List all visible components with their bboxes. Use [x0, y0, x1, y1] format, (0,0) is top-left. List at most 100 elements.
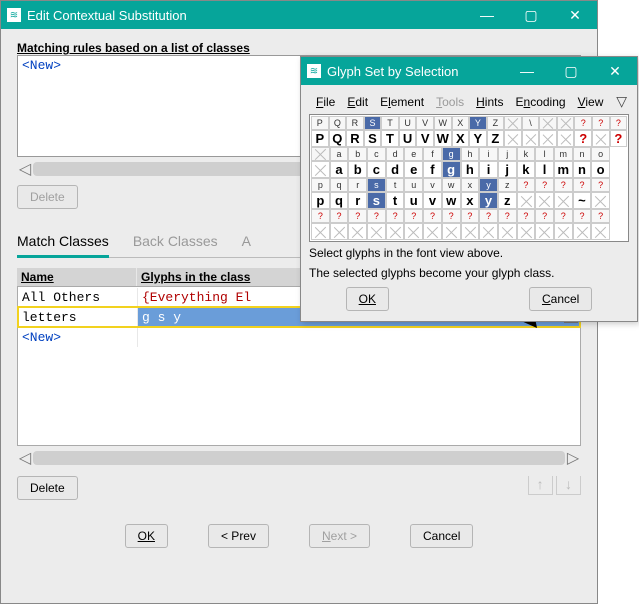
- delete-class-button[interactable]: Delete: [17, 476, 78, 500]
- glyph-cell[interactable]: ?: [574, 130, 592, 147]
- glyph-cell[interactable]: [591, 192, 610, 209]
- close-button[interactable]: ✕: [553, 1, 597, 29]
- menu-tools[interactable]: Tools: [431, 94, 469, 110]
- glyph-cell[interactable]: [591, 223, 610, 240]
- glyph-cell[interactable]: [461, 223, 480, 240]
- rules-new-item[interactable]: <New>: [22, 58, 61, 73]
- glyph-cell[interactable]: [522, 130, 540, 147]
- scroll-left-icon[interactable]: ◁: [17, 450, 33, 466]
- glyph-cell[interactable]: W: [434, 130, 452, 147]
- table-row-new[interactable]: <New>: [18, 327, 580, 347]
- glyph-cell[interactable]: [442, 223, 461, 240]
- glyph-cell[interactable]: [404, 223, 423, 240]
- glyph-cell[interactable]: Z: [487, 130, 505, 147]
- glyph-cell[interactable]: g: [442, 161, 461, 178]
- scroll-left-icon[interactable]: ◁: [17, 161, 33, 177]
- ok-button[interactable]: OK: [125, 524, 168, 548]
- glyph-cell[interactable]: [573, 223, 592, 240]
- minimize-button[interactable]: —: [465, 1, 509, 29]
- move-down-button[interactable]: ↓: [556, 476, 581, 495]
- glyph-cell[interactable]: X: [452, 130, 470, 147]
- glyph-cell[interactable]: [311, 223, 330, 240]
- glyph-cell[interactable]: s: [367, 192, 386, 209]
- glyph-cell[interactable]: v: [423, 192, 442, 209]
- glyph-cell[interactable]: x: [461, 192, 480, 209]
- menu-overflow-icon[interactable]: ▽: [616, 93, 627, 110]
- glyph-cell[interactable]: Y: [469, 130, 487, 147]
- menu-file[interactable]: File: [311, 94, 340, 110]
- menu-hints[interactable]: Hints: [471, 94, 508, 110]
- glyph-cell[interactable]: [498, 223, 517, 240]
- glyph-cell[interactable]: [554, 192, 573, 209]
- glyph-cell[interactable]: p: [311, 192, 330, 209]
- glyph-cell[interactable]: n: [573, 161, 592, 178]
- glyph-cell[interactable]: [554, 223, 573, 240]
- glyph-cell[interactable]: [557, 130, 575, 147]
- glyph-cell[interactable]: V: [416, 130, 434, 147]
- glyph-cell[interactable]: m: [554, 161, 573, 178]
- maximize-button[interactable]: ▢: [509, 1, 553, 29]
- glyph-cell[interactable]: R: [346, 130, 364, 147]
- main-titlebar[interactable]: ≋ Edit Contextual Substitution — ▢ ✕: [1, 1, 597, 29]
- glyph-cell[interactable]: U: [399, 130, 417, 147]
- prev-button[interactable]: < Prev: [208, 524, 269, 548]
- glyph-cell[interactable]: z: [498, 192, 517, 209]
- menu-element[interactable]: Element: [375, 94, 429, 110]
- glyph-cell[interactable]: [504, 130, 522, 147]
- glyph-cell[interactable]: [386, 223, 405, 240]
- next-button[interactable]: Next >: [309, 524, 370, 548]
- glyph-cell[interactable]: [517, 223, 536, 240]
- maximize-button[interactable]: ▢: [549, 57, 593, 85]
- tab-ahead-classes[interactable]: A: [242, 227, 251, 257]
- glyph-cell[interactable]: [348, 223, 367, 240]
- scroll-right-icon[interactable]: ▷: [565, 450, 581, 466]
- delete-rule-button[interactable]: Delete: [17, 185, 78, 209]
- glyph-cell[interactable]: c: [367, 161, 386, 178]
- tab-match-classes[interactable]: Match Classes: [17, 227, 109, 258]
- glyph-cell[interactable]: j: [498, 161, 517, 178]
- glyph-cell[interactable]: ~: [573, 192, 592, 209]
- glyph-cell[interactable]: [330, 223, 349, 240]
- popup-cancel-button[interactable]: Cancel: [529, 287, 592, 311]
- glyph-cell[interactable]: [592, 130, 610, 147]
- glyph-cell[interactable]: [311, 161, 330, 178]
- glyph-cell[interactable]: S: [364, 130, 382, 147]
- glyph-cell[interactable]: [517, 192, 536, 209]
- popup-ok-button[interactable]: OK: [346, 287, 389, 311]
- glyph-cell[interactable]: k: [517, 161, 536, 178]
- col-name[interactable]: Name: [17, 268, 137, 286]
- glyph-cell[interactable]: i: [479, 161, 498, 178]
- glyph-cell[interactable]: [535, 223, 554, 240]
- glyph-cell[interactable]: [539, 130, 557, 147]
- move-up-button[interactable]: ↑: [528, 476, 553, 495]
- glyph-cell[interactable]: [367, 223, 386, 240]
- glyph-cell[interactable]: ?: [610, 130, 628, 147]
- glyph-cell[interactable]: b: [348, 161, 367, 178]
- glyph-cell[interactable]: d: [386, 161, 405, 178]
- menu-encoding[interactable]: Encoding: [510, 94, 570, 110]
- glyph-cell[interactable]: u: [404, 192, 423, 209]
- close-button[interactable]: ✕: [593, 57, 637, 85]
- glyph-cell[interactable]: f: [423, 161, 442, 178]
- cancel-button[interactable]: Cancel: [410, 524, 473, 548]
- menu-edit[interactable]: Edit: [342, 94, 373, 110]
- glyph-cell[interactable]: a: [330, 161, 349, 178]
- scroll-track[interactable]: [33, 451, 565, 465]
- glyph-cell[interactable]: [479, 223, 498, 240]
- glyph-cell[interactable]: r: [348, 192, 367, 209]
- glyph-cell[interactable]: q: [330, 192, 349, 209]
- grid-hscroll[interactable]: ◁ ▷: [17, 450, 581, 466]
- glyph-cell[interactable]: [423, 223, 442, 240]
- glyph-cell[interactable]: h: [461, 161, 480, 178]
- minimize-button[interactable]: —: [505, 57, 549, 85]
- tab-back-classes[interactable]: Back Classes: [133, 227, 218, 257]
- glyph-cell[interactable]: [535, 192, 554, 209]
- glyph-cell[interactable]: T: [381, 130, 399, 147]
- glyph-cell[interactable]: e: [404, 161, 423, 178]
- glyph-cell[interactable]: t: [386, 192, 405, 209]
- glyph-cell[interactable]: y: [479, 192, 498, 209]
- glyph-cell[interactable]: Q: [329, 130, 347, 147]
- menu-view[interactable]: View: [573, 94, 609, 110]
- popup-titlebar[interactable]: ≋ Glyph Set by Selection — ▢ ✕: [301, 57, 637, 85]
- glyph-grid[interactable]: PQRSTUVWXYZ\???PQRSTUVWXYZ??abcdefghijkl…: [309, 114, 629, 242]
